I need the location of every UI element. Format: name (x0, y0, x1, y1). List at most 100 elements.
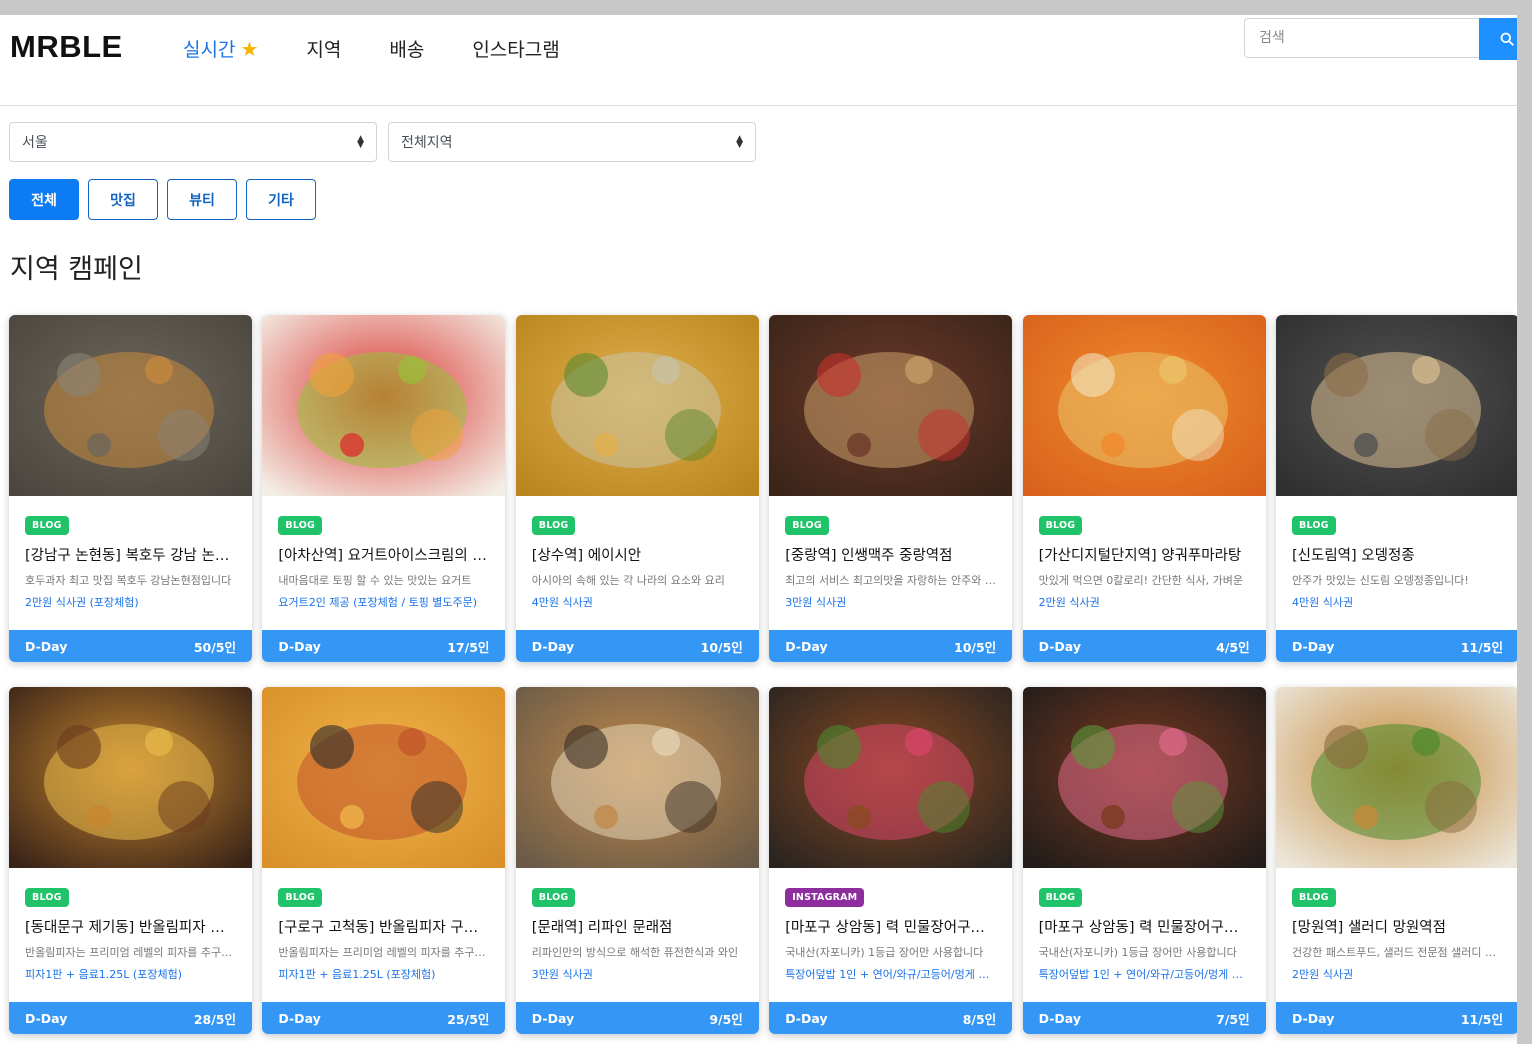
campaign-card[interactable]: BLOG [구로구 고척동] 반올림피자 구로고척점반올림피자는 프리미엄 레벨의… (262, 687, 506, 1034)
category-filters: 전체 맛집 뷰티 기타 (9, 179, 325, 220)
star-icon: ★ (240, 36, 259, 61)
nav-item-label: 지역 (306, 39, 342, 61)
campaign-photo (769, 687, 1013, 868)
main-nav: 실시간 ★ 지역 배송 인스타그램 (183, 35, 608, 62)
dday-label: D-Day (1292, 638, 1335, 654)
campaign-card[interactable]: BLOG [아차산역] 요거트아이스크림의 정석 내마음대로 토핑 할 수 있는 맛… (262, 315, 506, 662)
applicant-count: 7/5인 (1216, 1009, 1249, 1028)
district-select-value: 전체지역 (401, 135, 453, 151)
campaign-title[interactable]: [가산디지털단지역] 양궈푸마라탕 (1039, 544, 1251, 565)
updown-icon: ▲ ▼ (357, 134, 364, 150)
applied-count: 50 (193, 639, 212, 655)
campaign-footer: D-Day 10/5인 (769, 630, 1013, 662)
category-food-button[interactable]: 맛집 (88, 179, 158, 220)
campaign-footer: D-Day 10/5인 (515, 630, 759, 662)
campaign-description: 최고의 서비스 최고의맛을 자랑하는 안주와 맥주 (785, 574, 998, 587)
campaign-photo (515, 315, 759, 496)
dday-label: D-Day (785, 1010, 828, 1026)
campaign-footer: D-Day 17/5인 (262, 630, 506, 662)
applicant-count: 4/5인 (1216, 637, 1249, 656)
campaign-card[interactable]: INSTAGRAM [마포구 상암동] 력 민물장어구이 상암점국내산(자포니카)… (769, 687, 1013, 1034)
campaign-title[interactable]: [마포구 상암동] 력 민물장어구이 상암점 (785, 916, 997, 937)
blog-badge: BLOG (1038, 888, 1083, 907)
campaign-title[interactable]: [망원역] 샐러디 망원역점 (1292, 916, 1504, 937)
applied-count: 10 (700, 639, 719, 655)
blog-badge: BLOG (1038, 516, 1083, 535)
campaign-card[interactable]: BLOG [문래역] 리파인 문래점 리파인만의 방식으로 해석한 퓨전한식과 와인… (515, 687, 759, 1034)
category-all-button[interactable]: 전체 (9, 179, 79, 220)
campaign-title[interactable]: [문래역] 리파인 문래점 (532, 916, 744, 937)
search-button[interactable] (1479, 18, 1517, 60)
dday-label: D-Day (1038, 638, 1081, 654)
search-input[interactable] (1244, 18, 1479, 58)
nav-item-region[interactable]: 지역 (306, 35, 341, 62)
search-icon (1500, 32, 1514, 46)
capacity: /5인 (971, 1011, 997, 1027)
applicant-count: 8/5인 (963, 1009, 996, 1028)
applicant-count: 10/5인 (701, 637, 743, 656)
campaign-description: 호두과자 최고 맛집 복호두 강남논현점입니다 (25, 574, 232, 587)
nav-item-realtime[interactable]: 실시간 ★ (183, 35, 258, 62)
campaign-title[interactable]: [아차산역] 요거트아이스크림의 정석 (278, 544, 490, 565)
district-select[interactable]: 전체지역 ▲ ▼ (388, 122, 756, 162)
campaign-card[interactable]: BLOG [가산디지털단지역] 양궈푸마라탕맛있게 먹으면 0칼로리! 간단한 식… (1022, 315, 1266, 662)
campaign-photo (1022, 687, 1266, 868)
campaign-title[interactable]: [강남구 논현동] 복호두 강남 논현점 (25, 544, 237, 565)
blog-badge: BLOG (278, 888, 323, 907)
nav-item-delivery[interactable]: 배송 (389, 35, 424, 62)
blog-badge: BLOG (1292, 888, 1336, 907)
campaign-card[interactable]: BLOG [마포구 상암동] 력 민물장어구이 상암점국내산(자포니카) 1등급 … (1022, 687, 1266, 1034)
dday-label: D-Day (1038, 1010, 1081, 1026)
campaign-card[interactable]: BLOG [신도림역] 오뎅정종 안주가 맛있는 신도림 오뎅정종입니다! 4만원 식… (1276, 315, 1517, 662)
applicant-count: 10/5인 (954, 637, 996, 656)
category-beauty-button[interactable]: 뷰티 (167, 179, 237, 220)
applicant-count: 17/5인 (447, 637, 489, 656)
campaign-description: 맛있게 먹으면 0칼로리! 간단한 식사, 가벼운 (1038, 574, 1244, 587)
blog-badge: BLOG (785, 516, 829, 535)
window-scrollbar[interactable] (1517, 15, 1532, 1044)
capacity: /5인 (971, 639, 997, 655)
campaign-title[interactable]: [상수역] 에이시안 (532, 544, 744, 565)
campaign-card[interactable]: BLOG [망원역] 샐러디 망원역점 건강한 패스트푸드, 샐러드 전문점 샐러디… (1276, 687, 1517, 1034)
capacity: /5인 (464, 639, 490, 655)
nav-item-label: 인스타그램 (472, 39, 560, 61)
campaign-title[interactable]: [마포구 상암동] 력 민물장어구이 상암점 (1039, 916, 1251, 937)
campaign-footer: D-Day 28/5인 (9, 1002, 252, 1034)
applicant-count: 25/5인 (447, 1009, 489, 1028)
campaign-footer: D-Day 4/5인 (1022, 630, 1266, 662)
capacity: /5인 (1224, 639, 1250, 655)
category-etc-button[interactable]: 기타 (246, 179, 316, 220)
applicant-count: 11/5인 (1461, 637, 1503, 656)
campaign-card[interactable]: BLOG [중랑역] 인쌩맥주 중랑역점최고의 서비스 최고의맛을 자랑하는 안주… (769, 315, 1013, 662)
campaign-photo (262, 687, 506, 868)
logo[interactable]: MRBLE (10, 29, 123, 65)
campaign-photo (1022, 315, 1266, 496)
campaign-card[interactable]: BLOG [상수역] 에이시안 아시아의 속해 있는 각 나라의 요소와 요리 4만원… (515, 315, 759, 662)
campaign-description: 국내산(자포니카) 1등급 장어만 사용합니다 (785, 946, 984, 959)
capacity: /5인 (1224, 1011, 1250, 1027)
instagram-badge: INSTAGRAM (785, 888, 865, 907)
blog-badge: BLOG (531, 516, 576, 535)
campaign-reward: 특장어덮밥 1인 + 연어/와규/고등어/멍게 덮밥 (1038, 968, 1251, 981)
campaign-reward: 특장어덮밥 1인 + 연어/와규/고등어/멍게 덮밥 (785, 968, 998, 981)
campaign-title[interactable]: [동대문구 제기동] 반올림피자 제기동점 (25, 916, 237, 937)
campaign-card[interactable]: BLOG [동대문구 제기동] 반올림피자 제기동점반올림피자는 프리미엄 레벨의… (9, 687, 252, 1034)
campaign-footer: D-Day 7/5인 (1022, 1002, 1266, 1034)
dday-label: D-Day (278, 638, 321, 654)
nav-item-instagram[interactable]: 인스타그램 (472, 35, 559, 62)
blog-badge: BLOG (1292, 516, 1336, 535)
campaign-title[interactable]: [구로구 고척동] 반올림피자 구로고척점 (278, 916, 490, 937)
campaign-photo (1276, 687, 1517, 868)
applied-count: 17 (447, 639, 465, 655)
campaign-card[interactable]: BLOG [강남구 논현동] 복호두 강남 논현점 호두과자 최고 맛집 복호두 강… (9, 315, 252, 662)
capacity: /5인 (1478, 1011, 1503, 1027)
campaign-reward: 2만원 식사권 (포장체험) (25, 596, 139, 609)
campaign-title[interactable]: [신도림역] 오뎅정종 (1292, 544, 1504, 565)
dday-label: D-Day (1292, 1010, 1335, 1026)
applied-count: 11 (1460, 639, 1479, 655)
city-select[interactable]: 서울 ▲ ▼ (9, 122, 377, 162)
campaign-photo (9, 315, 252, 496)
campaign-footer: D-Day 11/5인 (1276, 630, 1517, 662)
campaign-title[interactable]: [중랑역] 인쌩맥주 중랑역점 (785, 544, 997, 565)
campaign-reward: 3만원 식사권 (785, 596, 847, 609)
